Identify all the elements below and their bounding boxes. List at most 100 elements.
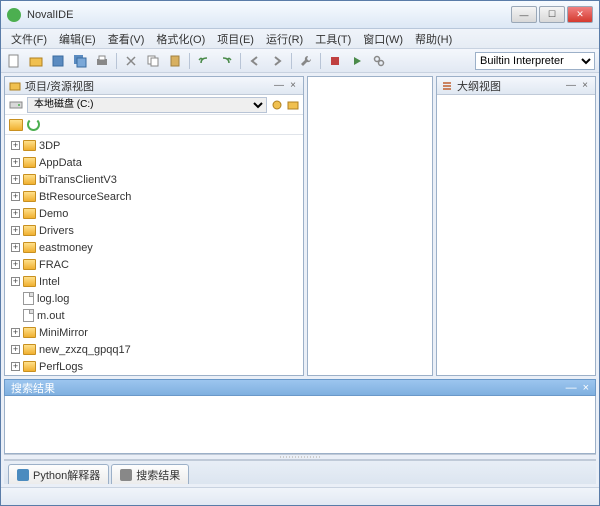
expand-icon[interactable]: + xyxy=(11,226,20,235)
tree-item-label: m.out xyxy=(37,310,65,322)
open-folder-icon[interactable] xyxy=(27,52,45,70)
expand-icon[interactable]: + xyxy=(11,175,20,184)
tab-python-interpreter[interactable]: Python解释器 xyxy=(8,464,109,484)
outline-panel-header[interactable]: 大纲视图 — × xyxy=(437,77,595,95)
folder-icon xyxy=(23,259,36,270)
file-tree[interactable]: +3DP+AppData+biTransClientV3+BtResourceS… xyxy=(5,135,303,375)
expand-icon[interactable]: + xyxy=(11,209,20,218)
app-window: NovalIDE — ☐ ✕ 文件(F) 编辑(E) 查看(V) 格式化(O) … xyxy=(0,0,600,506)
chain-icon[interactable] xyxy=(370,52,388,70)
maximize-button[interactable]: ☐ xyxy=(539,6,565,23)
expand-icon[interactable]: + xyxy=(11,260,20,269)
menu-help[interactable]: 帮助(H) xyxy=(409,29,458,49)
expand-icon[interactable]: + xyxy=(11,243,20,252)
back-icon[interactable] xyxy=(246,52,264,70)
menu-window[interactable]: 窗口(W) xyxy=(357,29,409,49)
tree-item[interactable]: +FRAC xyxy=(5,256,303,273)
menu-format[interactable]: 格式化(O) xyxy=(150,29,211,49)
app-title: NovalIDE xyxy=(27,9,511,21)
search-panel-header[interactable]: 搜索结果 — × xyxy=(4,379,596,396)
expand-icon[interactable]: + xyxy=(11,158,20,167)
paste-icon[interactable] xyxy=(166,52,184,70)
folder-icon xyxy=(23,327,36,338)
tree-item-label: MiniMirror xyxy=(39,327,88,339)
tree-item[interactable]: + Drivers xyxy=(5,222,303,239)
save-icon[interactable] xyxy=(49,52,67,70)
folder-icon xyxy=(23,225,36,236)
tree-item[interactable]: + biTransClientV3 xyxy=(5,171,303,188)
tree-item-label: AppData xyxy=(39,157,82,169)
editor-panel[interactable] xyxy=(307,76,433,376)
print-icon[interactable] xyxy=(93,52,111,70)
tree-item-label: PerfLogs xyxy=(39,361,83,373)
folder-icon xyxy=(23,361,36,372)
panel-close-icon[interactable]: × xyxy=(583,382,589,394)
tree-item[interactable]: log.log xyxy=(5,290,303,307)
folder-open-icon[interactable] xyxy=(9,119,23,131)
panel-minimize-icon[interactable]: — xyxy=(566,382,577,394)
tree-item[interactable]: +Demo xyxy=(5,205,303,222)
expand-icon[interactable]: + xyxy=(11,192,20,201)
tree-item-label: biTransClientV3 xyxy=(39,174,117,186)
resource-icon xyxy=(9,80,21,92)
cut-icon[interactable] xyxy=(122,52,140,70)
copy-icon[interactable] xyxy=(144,52,162,70)
refresh-icon[interactable] xyxy=(27,118,40,131)
tab-label: 搜索结果 xyxy=(136,467,180,483)
menu-view[interactable]: 查看(V) xyxy=(102,29,151,49)
statusbar xyxy=(1,487,599,505)
folder-icon xyxy=(23,344,36,355)
expand-icon[interactable]: + xyxy=(11,345,20,354)
tree-item[interactable]: +new_zxzq_gpqq17 xyxy=(5,341,303,358)
menu-edit[interactable]: 编辑(E) xyxy=(53,29,102,49)
tree-item[interactable]: +eastmoney xyxy=(5,239,303,256)
tree-item[interactable]: +BtResourceSearch xyxy=(5,188,303,205)
expand-icon[interactable]: + xyxy=(11,277,20,286)
menu-tools[interactable]: 工具(T) xyxy=(309,29,357,49)
tree-item-label: Drivers xyxy=(39,225,74,237)
forward-icon[interactable] xyxy=(268,52,286,70)
interpreter-select[interactable]: Builtin Interpreter xyxy=(475,52,595,70)
folder-icon xyxy=(23,157,36,168)
folder-icon xyxy=(23,174,36,185)
new-file-icon[interactable] xyxy=(5,52,23,70)
panel-close-icon[interactable]: × xyxy=(579,80,591,92)
drive-select[interactable]: 本地磁盘 (C:) xyxy=(27,97,267,113)
undo-icon[interactable] xyxy=(195,52,213,70)
search-panel-title: 搜索结果 xyxy=(11,380,55,396)
wrench-icon[interactable] xyxy=(297,52,315,70)
panel-minimize-icon[interactable]: — xyxy=(273,80,285,92)
tree-item[interactable]: + PerfLogs xyxy=(5,358,303,375)
close-button[interactable]: ✕ xyxy=(567,6,593,23)
toolbar: Builtin Interpreter xyxy=(1,49,599,73)
tree-item[interactable]: +3DP xyxy=(5,137,303,154)
panel-minimize-icon[interactable]: — xyxy=(565,80,577,92)
separator xyxy=(240,53,241,69)
tree-item[interactable]: + MiniMirror xyxy=(5,324,303,341)
expand-icon[interactable]: + xyxy=(11,141,20,150)
pin-icon[interactable] xyxy=(271,99,283,111)
tree-item-label: 3DP xyxy=(39,140,60,152)
redo-icon[interactable] xyxy=(217,52,235,70)
outline-icon xyxy=(441,80,453,92)
search-results-area[interactable] xyxy=(4,396,596,454)
run-icon[interactable] xyxy=(348,52,366,70)
menu-project[interactable]: 项目(E) xyxy=(211,29,260,49)
tree-item[interactable]: +Intel xyxy=(5,273,303,290)
save-all-icon[interactable] xyxy=(71,52,89,70)
new-folder-icon[interactable] xyxy=(287,99,299,111)
menu-run[interactable]: 运行(R) xyxy=(260,29,309,49)
expand-icon[interactable]: + xyxy=(11,328,20,337)
tree-item[interactable]: m.out xyxy=(5,307,303,324)
tab-search-results[interactable]: 搜索结果 xyxy=(111,464,189,484)
project-panel-header[interactable]: 项目/资源视图 — × xyxy=(5,77,303,95)
separator xyxy=(291,53,292,69)
expand-icon[interactable]: + xyxy=(11,362,20,371)
separator xyxy=(189,53,190,69)
panel-close-icon[interactable]: × xyxy=(287,80,299,92)
stop-icon[interactable] xyxy=(326,52,344,70)
menu-file[interactable]: 文件(F) xyxy=(5,29,53,49)
tree-item[interactable]: + AppData xyxy=(5,154,303,171)
minimize-button[interactable]: — xyxy=(511,6,537,23)
titlebar[interactable]: NovalIDE — ☐ ✕ xyxy=(1,1,599,29)
